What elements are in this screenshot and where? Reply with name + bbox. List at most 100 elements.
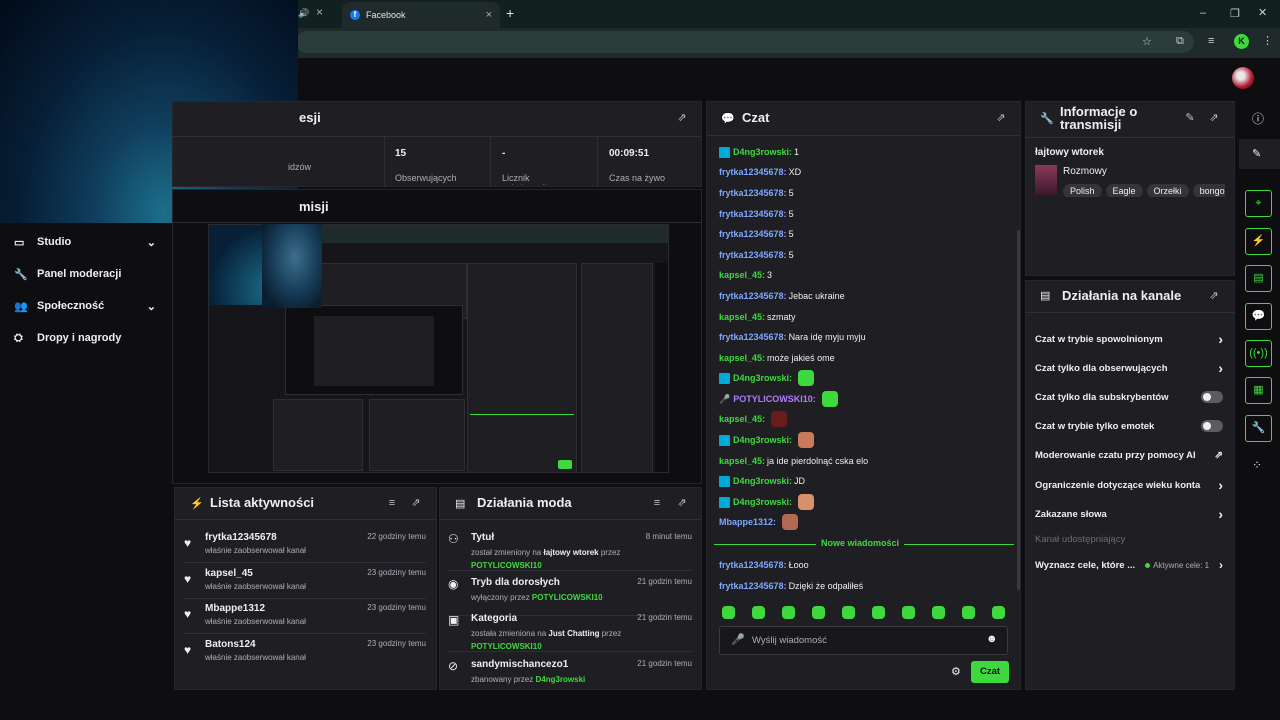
activity-user: frytka12345678 <box>205 532 277 543</box>
quick-emote[interactable] <box>872 606 885 619</box>
settings-gear-icon[interactable]: ⚙ <box>951 665 961 678</box>
divider <box>439 519 702 520</box>
mod-action-item[interactable]: ◉ Tryb dla dorosłych 21 godzin temu wyłączo… <box>448 577 692 611</box>
popout-icon[interactable]: ⇗ <box>410 497 422 509</box>
sidebar-item-studio[interactable]: ▭ Studio ⌄ <box>14 232 156 252</box>
popout-icon[interactable]: ⇗ <box>1208 290 1220 302</box>
mod-action-item[interactable]: ⚇ Tytuł 8 minut temu został zmieniony na ła… <box>448 532 692 570</box>
media-icon[interactable]: ≡ <box>1208 35 1214 47</box>
toggle-switch[interactable] <box>1201 420 1223 432</box>
edit-pencil-icon[interactable]: ✎ <box>1252 147 1261 160</box>
quick-emote[interactable] <box>842 606 855 619</box>
extensions-icon[interactable]: ⧉ <box>1176 35 1184 48</box>
goals-item[interactable]: Wyznacz cele, które ... Aktywne cele: 1 … <box>1035 555 1223 575</box>
chat-send-button[interactable]: Czat <box>971 661 1009 683</box>
heart-icon: ♥ <box>184 536 192 550</box>
chat-message: frytka12345678: Łooo <box>719 560 809 570</box>
channel-action-item[interactable]: Zakazane słowa › <box>1035 504 1223 524</box>
restore-icon[interactable]: ❐ <box>1230 7 1240 20</box>
add-widget-icon[interactable]: ⁘ <box>1252 458 1262 472</box>
quick-emote[interactable] <box>962 606 975 619</box>
mod-action-time: 21 godzin temu <box>637 577 692 586</box>
bolt-icon: ⚡ <box>190 498 204 510</box>
profile-avatar[interactable]: K <box>1234 34 1249 49</box>
chat-scrollbar[interactable] <box>1017 230 1020 590</box>
quick-emote[interactable] <box>722 606 735 619</box>
minimize-icon[interactable]: – <box>1200 7 1206 19</box>
preview-rail <box>655 263 668 472</box>
close-tab-icon[interactable]: × <box>486 9 492 21</box>
channel-action-item[interactable]: Moderowanie czatu przy pomocy AI ⇗ <box>1035 445 1223 465</box>
filter-icon[interactable]: ≡ <box>651 497 663 509</box>
chat-username: frytka12345678: <box>719 581 787 591</box>
broadcast-icon[interactable]: ((•)) <box>1245 340 1272 367</box>
stats-header: esji <box>299 110 321 125</box>
menu-icon[interactable]: ⋮ <box>1262 34 1273 47</box>
quick-emote[interactable] <box>932 606 945 619</box>
clip-icon[interactable]: ⌖ <box>1245 190 1272 217</box>
chat-message: frytka12345678: 5 <box>719 245 794 265</box>
desc-mid: przez <box>599 629 622 638</box>
chat-username: frytka12345678: <box>719 560 787 570</box>
chat-username: frytka12345678: <box>719 291 787 301</box>
chat-emote <box>798 494 815 510</box>
chat-message: frytka12345678: 5 <box>719 204 794 224</box>
channel-action-item[interactable]: Czat tylko dla obserwujących › <box>1035 358 1223 378</box>
filter-icon[interactable]: ≡ <box>386 497 398 509</box>
channel-action-label: Zakazane słowa <box>1035 508 1107 520</box>
sidebar-item-rewards[interactable]: ⛭ Dropy i nagrody <box>14 328 156 348</box>
desc-prefix: zbanowany przez <box>471 675 536 684</box>
activity-desc: właśnie zaobserwował kanał <box>205 546 306 555</box>
close-window-icon[interactable]: ✕ <box>1258 6 1267 19</box>
channel-action-item[interactable]: Czat tylko dla subskrybentów <box>1035 387 1223 407</box>
chat-message: D4ng3rowski: JD <box>719 471 805 491</box>
mod-action-desc: zbanowany przez D4ng3rowski <box>471 673 671 686</box>
channel-action-item[interactable]: Czat w trybie tylko emotek <box>1035 416 1223 436</box>
quick-emote[interactable] <box>812 606 825 619</box>
tab-facebook[interactable]: f Facebook × <box>342 2 500 28</box>
chat-username: D4ng3rowski: <box>733 497 793 507</box>
mod-actions-title: Działania moda <box>477 495 572 510</box>
quick-emote[interactable] <box>992 606 1005 619</box>
chat-message: frytka12345678: 5 <box>719 224 794 244</box>
chat-text: 5 <box>788 188 794 198</box>
tag-list: Polish Eagle Orzełki bongo <box>1063 181 1225 197</box>
chat-text: ja ide pierdolnąć cska elo <box>767 456 869 466</box>
edit-pencil-icon[interactable]: ✎ <box>1184 112 1196 124</box>
chat-icon[interactable]: 💬 <box>1245 303 1272 330</box>
wrench-icon[interactable]: 🔧 <box>1245 415 1272 442</box>
channel-actions-icon[interactable]: ▦ <box>1245 377 1272 404</box>
channel-action-item[interactable]: Ograniczenie dotyczące wieku konta › <box>1035 475 1223 495</box>
channel-actions-icon: ▤ <box>1040 290 1051 302</box>
new-tab-button[interactable]: + <box>506 5 514 21</box>
sidebar-item-community[interactable]: 👥 Społeczność ⌄ <box>14 296 156 316</box>
info-icon[interactable]: ⓘ <box>1252 110 1264 127</box>
chevron-right-icon: › <box>1219 558 1223 572</box>
quick-emote[interactable] <box>782 606 795 619</box>
bolt-icon[interactable]: ⚡ <box>1245 228 1272 255</box>
mod-action-item[interactable]: ⊘ sandymischancezo1 21 godzin temu zbanowan… <box>448 659 692 693</box>
activity-time: 23 godziny temu <box>367 567 426 577</box>
user-avatar[interactable] <box>1232 67 1254 89</box>
chat-text: Nara idę myju myju <box>788 332 866 342</box>
category-name[interactable]: Rozmowy <box>1063 166 1107 177</box>
channel-action-item[interactable]: Czat w trybie spowolnionym › <box>1035 329 1223 349</box>
quick-emote[interactable] <box>902 606 915 619</box>
popout-icon[interactable]: ⇗ <box>1208 112 1220 124</box>
popout-icon[interactable]: ⇗ <box>676 497 688 509</box>
emote-picker-icon[interactable]: ☻ <box>986 633 998 645</box>
quick-emote[interactable] <box>752 606 765 619</box>
activity-item[interactable]: ♥ Batons124 23 godziny temu właśnie zaobser… <box>184 639 426 675</box>
divider <box>184 562 426 563</box>
popout-icon[interactable]: ⇗ <box>995 112 1007 124</box>
bookmark-star-icon[interactable]: ☆ <box>1142 35 1152 48</box>
close-tab-icon[interactable]: × <box>316 5 323 19</box>
mod-action-item[interactable]: ▣ Kategoria 21 godzin temu została zmienion… <box>448 613 692 651</box>
document-icon[interactable]: ▤ <box>1245 265 1272 292</box>
toggle-switch[interactable] <box>1201 391 1223 403</box>
category-boxart[interactable] <box>1035 165 1057 195</box>
address-bar[interactable] <box>296 31 1194 53</box>
audio-icon[interactable]: 🔊 <box>298 8 309 19</box>
sidebar-item-moderation[interactable]: 🔧 Panel moderacji <box>14 264 156 284</box>
popout-icon[interactable]: ⇗ <box>676 112 688 124</box>
